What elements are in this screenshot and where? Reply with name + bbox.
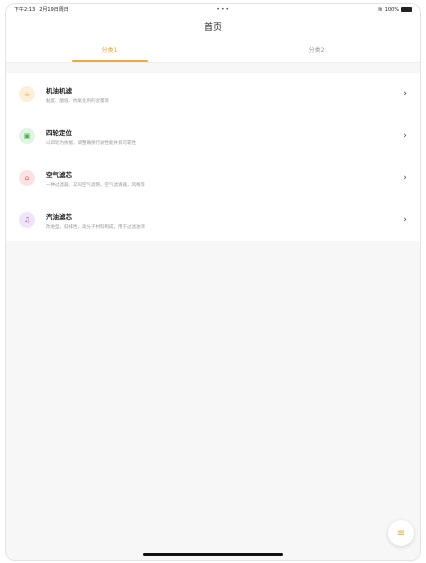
menu-icon: ≡ xyxy=(396,527,406,539)
multitasking-dots[interactable]: ••• xyxy=(216,6,230,13)
chevron-right-icon: › xyxy=(403,89,407,99)
home-indicator[interactable] xyxy=(143,553,283,556)
tab-category-2[interactable]: 分类2 xyxy=(213,37,420,62)
status-time: 下午2:13 xyxy=(14,7,36,13)
app-window: 下午2:13 2月19日周日 ••• ≋ 100% 首页 分类1 分类2 ☕ 机… xyxy=(5,3,421,561)
item-subtitle: 一种过滤器，又叫空气滤网，空气滤清器，风格等 xyxy=(46,182,145,188)
item-subtitle: 以四轮为依据，调整确保行驶性能并具可靠性 xyxy=(46,140,136,146)
item-subtitle: 黏度、酸值、抗氧化剂的含量等 xyxy=(46,98,109,104)
item-text: 空气滤芯 一种过滤器，又叫空气滤网，空气滤清器，风格等 xyxy=(46,169,400,188)
item-title: 机油机滤 xyxy=(46,86,72,95)
chevron-right-icon: › xyxy=(403,131,407,141)
list-item-air-filter[interactable]: ⌂ 空气滤芯 一种过滤器，又叫空气滤网，空气滤清器，风格等 › xyxy=(6,157,420,199)
battery-percent: 100% xyxy=(384,6,399,13)
fuel-filter-icon: ♫ xyxy=(19,212,35,228)
menu-button[interactable]: ≡ xyxy=(388,520,414,546)
tab-bar: 分类1 分类2 xyxy=(6,37,420,63)
nav-bar: 首页 xyxy=(6,15,420,37)
tab-label: 分类1 xyxy=(101,47,118,54)
item-title: 汽油滤芯 xyxy=(46,212,72,221)
status-right: ≋ 100% xyxy=(378,6,412,13)
status-bar: 下午2:13 2月19日周日 ••• ≋ 100% xyxy=(6,4,420,15)
category-list: ☕ 机油机滤 黏度、酸值、抗氧化剂的含量等 › ▣ 四轮定位 以四轮为依据，调整… xyxy=(6,73,420,241)
battery-icon xyxy=(400,7,412,12)
air-filter-icon: ⌂ xyxy=(19,170,35,186)
wheel-alignment-icon: ▣ xyxy=(19,128,35,144)
list-item-oil[interactable]: ☕ 机油机滤 黏度、酸值、抗氧化剂的含量等 › xyxy=(6,73,420,115)
status-date: 2月19日周日 xyxy=(39,7,69,13)
wifi-icon: ≋ xyxy=(377,6,383,13)
tab-label: 分类2 xyxy=(308,47,325,54)
item-text: 汽油滤芯 改进型，低排性，高分子材料制成，用于过滤油滓 xyxy=(46,211,400,230)
tab-category-1[interactable]: 分类1 xyxy=(6,37,213,62)
item-title: 空气滤芯 xyxy=(46,170,72,179)
item-text: 四轮定位 以四轮为依据，调整确保行驶性能并具可靠性 xyxy=(46,127,400,146)
list-item-fuel-filter[interactable]: ♫ 汽油滤芯 改进型，低排性，高分子材料制成，用于过滤油滓 › xyxy=(6,199,420,241)
oil-icon: ☕ xyxy=(19,86,35,102)
item-title: 四轮定位 xyxy=(46,128,72,137)
item-subtitle: 改进型，低排性，高分子材料制成，用于过滤油滓 xyxy=(46,224,145,230)
item-text: 机油机滤 黏度、酸值、抗氧化剂的含量等 xyxy=(46,85,400,104)
page-title: 首页 xyxy=(203,22,222,33)
status-left: 下午2:13 2月19日周日 xyxy=(14,6,69,13)
list-item-wheel-alignment[interactable]: ▣ 四轮定位 以四轮为依据，调整确保行驶性能并具可靠性 › xyxy=(6,115,420,157)
chevron-right-icon: › xyxy=(403,215,407,225)
chevron-right-icon: › xyxy=(403,173,407,183)
